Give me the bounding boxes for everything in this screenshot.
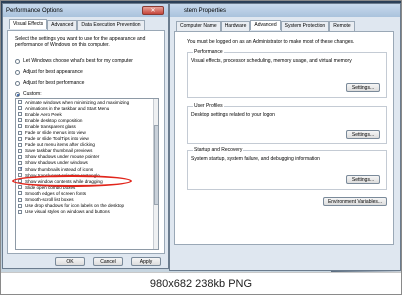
tab-data-execution-prevention[interactable]: Data Execution Prevention [77,20,145,30]
effect-checkbox[interactable] [18,197,22,202]
radio-button[interactable] [15,69,20,75]
group-description: System startup, system failure, and debu… [191,156,320,162]
effect-label: Enable desktop composition [25,117,83,123]
window-title: stem Properties [184,7,227,14]
performance-group: Performance Visual effects, processor sc… [187,49,387,98]
screenshot-frame: stem Properties Computer Name Hardware A… [0,0,402,295]
effect-label: Smooth-scroll list boxes [25,197,74,203]
admin-note: You must be logged on as an Administrato… [187,39,355,45]
close-icon: ✕ [150,8,156,14]
radio-label: Let Windows choose what's best for my co… [23,58,133,64]
user-profiles-group: User Profiles Desktop settings related t… [187,103,387,144]
effect-checkbox[interactable] [18,130,22,135]
group-label: User Profiles [193,103,224,109]
tab-computer-name[interactable]: Computer Name [176,21,221,31]
effect-label: Show shadows under windows [25,160,88,166]
effects-list-body: Animate windows when minimizing and maxi… [16,99,158,215]
effect-label: Use drop shadows for icon labels on the … [25,203,125,209]
dialog-title: Performance Options [6,7,63,14]
effect-checkbox[interactable] [18,136,22,141]
radio-let-windows-choose[interactable]: Let Windows choose what's best for my co… [15,58,133,64]
system-properties-tabs: Computer Name Hardware Advanced System P… [176,20,355,31]
scrollbar[interactable] [153,99,158,249]
effect-checkbox[interactable] [18,160,22,165]
effect-checkbox[interactable] [18,112,22,117]
radio-button[interactable] [15,80,20,86]
effect-checkbox[interactable] [18,142,22,147]
performance-options-tabs: Visual Effects Advanced Data Execution P… [9,19,145,30]
effect-label: Enable transparent glass [25,123,76,129]
effect-checkbox[interactable] [18,203,22,208]
user-profiles-settings-button[interactable]: Settings... [346,130,380,139]
annotation-highlight-ellipse [12,175,132,187]
effect-list-item[interactable]: Use visual styles on windows and buttons [16,209,158,215]
effect-checkbox[interactable] [18,185,22,190]
radio-button[interactable] [15,58,20,64]
effect-checkbox[interactable] [18,209,22,214]
tab-system-protection[interactable]: System Protection [280,21,330,31]
effect-label: Fade or slide menus into view [25,130,86,136]
effect-label: Animate windows when minimizing and maxi… [25,99,130,105]
radio-label: Custom: [23,91,42,97]
apply-button[interactable]: Apply [131,257,161,266]
group-label: Performance [193,49,224,55]
effect-label: Save taskbar thumbnail previews [25,148,93,154]
startup-recovery-group: Startup and Recovery System startup, sys… [187,147,387,190]
system-properties-title-bar[interactable]: stem Properties [170,4,400,17]
group-description: Visual effects, processor scheduling, me… [191,58,352,64]
effect-checkbox[interactable] [18,191,22,196]
effect-checkbox[interactable] [18,166,23,172]
radio-best-performance[interactable]: Adjust for best performance [15,80,84,86]
effect-label: Fade out menu items after clicking [25,142,95,148]
startup-recovery-settings-button[interactable]: Settings... [346,175,380,184]
effect-label: Show thumbnails instead of icons [25,166,94,172]
radio-button[interactable] [15,91,20,97]
group-description: Desktop settings related to your logon [191,112,275,118]
system-properties-window: stem Properties Computer Name Hardware A… [169,3,401,271]
group-label: Startup and Recovery [193,147,244,153]
effect-checkbox[interactable] [18,154,22,159]
effect-label: Smooth edges of screen fonts [25,190,87,196]
effect-label: Use visual styles on windows and buttons [25,209,110,215]
scrollbar-thumb[interactable] [154,125,158,205]
ok-button[interactable]: OK [55,257,85,266]
tab-hardware[interactable]: Hardware [220,21,251,31]
radio-label: Adjust for best performance [23,80,85,86]
tab-visual-effects[interactable]: Visual Effects [9,19,48,29]
performance-options-dialog: Performance Options ✕ Visual Effects Adv… [2,3,169,269]
cancel-button[interactable]: Cancel [93,257,123,266]
effect-label: Show shadows under mouse pointer [25,154,100,160]
tab-remote[interactable]: Remote [329,21,355,31]
close-button[interactable]: ✕ [142,6,164,15]
effect-checkbox[interactable] [18,124,22,129]
effect-label: Animations in the taskbar and Start Menu [25,105,110,111]
image-info-footer: 980x682 238kb PNG [1,272,401,294]
effect-checkbox[interactable] [18,118,22,123]
effect-checkbox[interactable] [18,106,22,111]
effect-label: Fade or slide ToolTips into view [25,136,89,142]
image-info-text: 980x682 238kb PNG [149,277,253,290]
tab-advanced[interactable]: Advanced [47,20,78,30]
radio-label: Adjust for best appearance [23,69,83,75]
radio-best-appearance[interactable]: Adjust for best appearance [15,69,83,75]
effect-checkbox[interactable] [18,148,22,153]
tab-advanced[interactable]: Advanced [250,20,281,30]
intro-text: Select the settings you want to use for … [15,36,146,48]
effect-checkbox[interactable] [18,100,22,105]
advanced-tab-page: You must be logged on as an Administrato… [174,31,394,245]
effect-label: Enable Aero Peek [25,111,62,117]
environment-variables-button[interactable]: Environment Variables... [323,197,387,206]
radio-custom[interactable]: Custom: [15,91,42,97]
visual-effects-page: Select the settings you want to use for … [7,30,165,254]
effect-checkbox[interactable] [18,173,22,178]
visual-effects-list[interactable]: Animate windows when minimizing and maxi… [15,98,159,250]
performance-settings-button[interactable]: Settings... [346,83,380,92]
